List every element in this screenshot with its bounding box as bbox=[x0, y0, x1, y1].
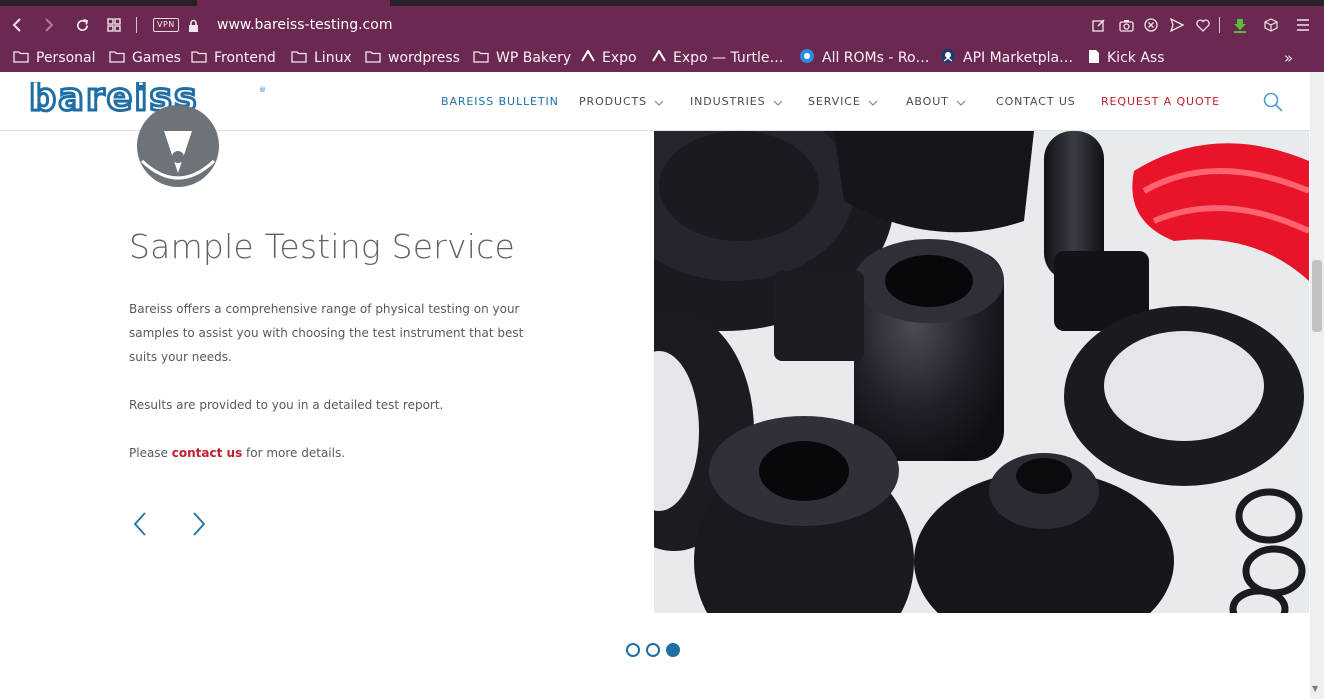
nav-contact-us[interactable]: CONTACT US bbox=[996, 72, 1076, 131]
menu-icon[interactable] bbox=[1294, 6, 1312, 44]
contact-note-prefix: Please bbox=[129, 446, 172, 460]
folder-icon bbox=[109, 50, 125, 67]
bookmark-label: Kick Ass bbox=[1107, 50, 1165, 66]
nav-label: PRODUCTS bbox=[579, 95, 648, 108]
nav-label: BAREISS BULLETIN bbox=[441, 95, 559, 108]
folder-icon bbox=[473, 50, 489, 67]
bookmark-label: WP Bakery bbox=[496, 50, 572, 66]
bookmark-expo-turtle[interactable]: Expo — Turtle… bbox=[652, 44, 784, 72]
contact-note-suffix: for more details. bbox=[242, 446, 346, 460]
scroll-down-arrow-icon[interactable]: ▼ bbox=[1312, 684, 1318, 693]
nav-label: SERVICE bbox=[808, 95, 861, 108]
nav-service[interactable]: SERVICE bbox=[808, 72, 878, 131]
slider-dot-2[interactable] bbox=[646, 643, 660, 657]
vpn-badge[interactable]: VPN bbox=[153, 18, 179, 32]
slide-report-note: Results are provided to you in a detaile… bbox=[129, 398, 444, 412]
nav-industries[interactable]: INDUSTRIES bbox=[690, 72, 783, 131]
document-icon bbox=[1088, 49, 1100, 68]
heart-icon[interactable] bbox=[1194, 6, 1212, 44]
rubber-parts-photo bbox=[654, 131, 1309, 613]
slider-dot-3[interactable] bbox=[666, 643, 680, 657]
page-scrollbar[interactable]: ▼ bbox=[1310, 72, 1324, 699]
toolbar-separator bbox=[136, 17, 137, 33]
bookmark-api-marketplace[interactable]: API Marketpla… bbox=[940, 44, 1073, 72]
folder-icon bbox=[191, 50, 207, 67]
extension-cube-icon[interactable] bbox=[1262, 6, 1280, 44]
bookmark-frontend[interactable]: Frontend bbox=[191, 44, 276, 72]
nav-label: CONTACT US bbox=[996, 95, 1076, 108]
folder-icon bbox=[13, 50, 29, 67]
bookmark-expo[interactable]: Expo bbox=[581, 44, 637, 72]
chevron-down-icon bbox=[654, 73, 664, 132]
nav-request-a-quote[interactable]: REQUEST A QUOTE bbox=[1101, 72, 1220, 131]
forward-icon[interactable] bbox=[40, 6, 58, 44]
chevron-down-icon bbox=[773, 73, 783, 132]
expo-icon bbox=[581, 49, 595, 66]
nav-bareiss-bulletin[interactable]: BAREISS BULLETIN bbox=[441, 72, 559, 131]
block-icon[interactable] bbox=[1142, 6, 1160, 44]
bookmark-kick-ass[interactable]: Kick Ass bbox=[1088, 44, 1165, 72]
slide-title: Sample Testing Service bbox=[129, 227, 515, 266]
speed-dial-icon[interactable] bbox=[105, 6, 123, 44]
contact-us-link[interactable]: contact us bbox=[172, 446, 242, 460]
slider-dot-1[interactable] bbox=[626, 643, 640, 657]
send-icon[interactable] bbox=[1168, 6, 1186, 44]
search-icon[interactable] bbox=[1263, 92, 1283, 116]
bookmark-linux[interactable]: Linux bbox=[291, 44, 352, 72]
camera-icon[interactable] bbox=[1117, 6, 1135, 44]
testing-service-icon bbox=[137, 91, 221, 191]
nav-products[interactable]: PRODUCTS bbox=[579, 72, 664, 131]
nav-about[interactable]: ABOUT bbox=[906, 72, 966, 131]
bookmark-label: Expo bbox=[602, 50, 637, 66]
bookmark-label: Games bbox=[132, 50, 181, 66]
back-icon[interactable] bbox=[8, 6, 26, 44]
expo-icon bbox=[652, 49, 666, 66]
bookmark-label: All ROMs - Ro… bbox=[822, 50, 930, 66]
slider-pagination bbox=[626, 643, 680, 657]
bookmark-label: Personal bbox=[36, 50, 96, 66]
chevron-down-icon bbox=[868, 73, 878, 132]
service-slider: Sample Testing Service Bareiss offers a … bbox=[0, 105, 1310, 699]
toolbar-separator bbox=[1219, 17, 1220, 33]
roms-site-icon bbox=[799, 48, 815, 68]
address-bar[interactable]: www.bareiss-testing.com bbox=[217, 6, 392, 44]
bookmark-label: Frontend bbox=[214, 50, 276, 66]
lock-icon[interactable] bbox=[186, 6, 200, 44]
bookmark-label: Expo — Turtle… bbox=[673, 50, 784, 66]
scrollbar-thumb[interactable] bbox=[1312, 260, 1322, 332]
svg-text:®: ® bbox=[259, 86, 266, 94]
bookmarks-bar: Personal Games Frontend Linux wordpress … bbox=[0, 44, 1324, 72]
slide-contact-note: Please contact us for more details. bbox=[129, 441, 529, 465]
slider-next-arrow-icon[interactable] bbox=[188, 511, 208, 541]
bookmark-wp-bakery[interactable]: WP Bakery bbox=[473, 44, 571, 72]
browser-toolbar: VPN www.bareiss-testing.com bbox=[0, 6, 1324, 44]
edit-page-icon[interactable] bbox=[1090, 6, 1108, 44]
chevron-down-icon bbox=[956, 73, 966, 132]
bookmark-label: wordpress bbox=[388, 50, 460, 66]
bookmark-label: Linux bbox=[314, 50, 352, 66]
bookmark-games[interactable]: Games bbox=[109, 44, 181, 72]
bookmarks-overflow-button[interactable]: » bbox=[1284, 44, 1293, 72]
nav-label: INDUSTRIES bbox=[690, 95, 766, 108]
folder-icon bbox=[291, 50, 307, 67]
nav-label: ABOUT bbox=[906, 95, 949, 108]
nav-label: REQUEST A QUOTE bbox=[1101, 95, 1221, 108]
slide-description: Bareiss offers a comprehensive range of … bbox=[129, 302, 524, 364]
bookmark-wordpress[interactable]: wordpress bbox=[365, 44, 460, 72]
bookmark-label: API Marketpla… bbox=[963, 50, 1074, 66]
slider-prev-arrow-icon[interactable] bbox=[131, 511, 151, 541]
api-marketplace-icon bbox=[940, 48, 956, 68]
folder-icon bbox=[365, 50, 381, 67]
bookmark-personal[interactable]: Personal bbox=[13, 44, 96, 72]
download-icon[interactable] bbox=[1231, 6, 1249, 44]
bookmark-all-roms[interactable]: All ROMs - Ro… bbox=[799, 44, 930, 72]
reload-icon[interactable] bbox=[73, 6, 91, 44]
